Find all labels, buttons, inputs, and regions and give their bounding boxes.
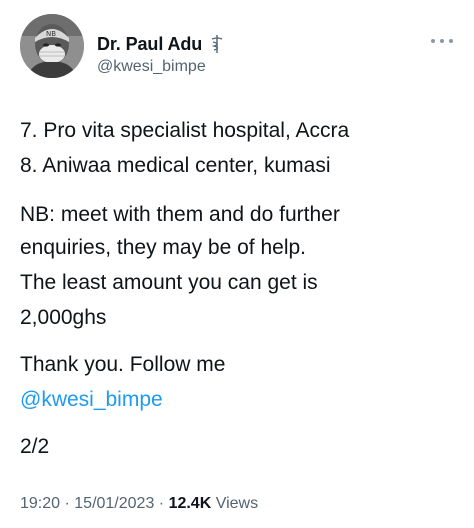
author-handle[interactable]: @kwesi_bimpe (97, 58, 206, 76)
views-label: Views (211, 495, 259, 512)
tweet-line: Thank you. Follow me (20, 353, 226, 376)
caduceus-icon (210, 34, 224, 54)
tweet-line: 2,000ghs (20, 306, 107, 329)
tweet-line: NB: meet with them and do further (20, 203, 340, 226)
tweet-line: enquiries, they may be of help. (20, 236, 307, 259)
dot-icon (449, 39, 453, 43)
tweet-time[interactable]: 19:20 (20, 495, 60, 512)
author-name-row[interactable]: Dr. Paul Adu (97, 33, 224, 55)
tweet-line: 8. Aniwaa medical center, kumasi (20, 154, 331, 177)
svg-text:NB: NB (46, 30, 56, 38)
separator: · (154, 495, 169, 512)
mention-link[interactable]: @kwesi_bimpe (20, 385, 460, 414)
dot-icon (440, 39, 444, 43)
tweet-line: 2/2 (20, 435, 50, 458)
tweet-metadata: 19:20 · 15/01/2023 · 12.4K Views (20, 495, 258, 513)
views-count[interactable]: 12.4K (169, 495, 212, 512)
tweet-line: 7. Pro vita specialist hospital, Accra (20, 119, 350, 142)
separator: · (60, 495, 75, 512)
author-avatar[interactable]: NB (20, 14, 84, 78)
more-options-icon[interactable] (431, 36, 453, 46)
profile-photo-icon: NB (20, 14, 84, 78)
author-name[interactable]: Dr. Paul Adu (97, 34, 202, 55)
tweet-date[interactable]: 15/01/2023 (74, 495, 154, 512)
tweet-line: The least amount you can get is (20, 271, 318, 294)
dot-icon (431, 39, 435, 43)
tweet-card: NB Dr. Paul Adu @kwesi_bimpe 7. Pro vita… (0, 0, 474, 528)
